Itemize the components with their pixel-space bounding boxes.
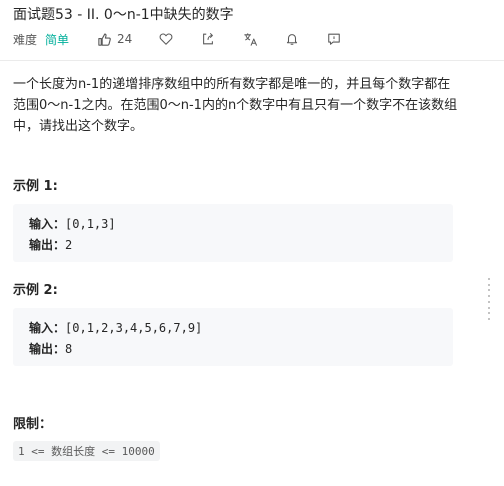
output-label: 输出：: [29, 238, 66, 252]
header-divider: [0, 60, 504, 61]
translate-button[interactable]: [242, 31, 258, 47]
grip-dot: [488, 317, 490, 320]
grip-dot: [488, 300, 490, 303]
example-2-title: 示例 2:: [13, 283, 58, 298]
bell-icon: [287, 34, 298, 45]
grip-dot: [488, 306, 490, 309]
problem-title: 面试题53 - II. 0～n-1中缺失的数字: [13, 7, 234, 23]
heart-icon: [159, 33, 173, 45]
problem-description: 一个长度为n-1的递增排序数组中的所有数字都是唯一的，并且每个数字都在范围0～n…: [13, 77, 458, 134]
thumbs-up-icon: [98, 33, 111, 46]
translate-icon: [244, 32, 257, 46]
grip-dot: [488, 283, 490, 286]
difficulty-badge: 简单: [45, 32, 70, 47]
example-1-title: 示例 1:: [13, 179, 58, 194]
feedback-button[interactable]: [326, 31, 342, 47]
example-1-output: 2: [65, 238, 73, 252]
comment-icon: [328, 33, 341, 45]
example-1-input: [0,1,3]: [65, 217, 116, 231]
problem-page: 面试题53 - II. 0～n-1中缺失的数字 难度 简单 24 一个长度为n-…: [0, 0, 504, 486]
example-1-output-line: 输出：2: [29, 235, 437, 256]
like-button[interactable]: 24: [97, 32, 132, 47]
example-2-input-line: 输入：[0,1,2,3,4,5,6,7,9]: [29, 318, 437, 339]
problem-meta-bar: 难度 简单 24: [13, 30, 342, 48]
example-1-block: 输入：[0,1,3] 输出：2: [13, 204, 453, 262]
share-button[interactable]: [200, 31, 216, 47]
constraints-title: 限制：: [13, 417, 53, 432]
grip-dot: [488, 289, 490, 292]
like-count: 24: [117, 32, 133, 46]
favorite-button[interactable]: [158, 31, 174, 47]
example-2-output: 8: [65, 342, 73, 356]
constraint-item: 1 <= 数组长度 <= 10000: [13, 441, 160, 461]
example-1-input-line: 输入：[0,1,3]: [29, 214, 437, 235]
share-icon: [203, 32, 214, 45]
grip-dot: [488, 295, 490, 298]
output-label: 输出：: [29, 342, 66, 356]
scroll-handle[interactable]: [488, 278, 490, 320]
grip-dot: [488, 278, 490, 280]
example-2-output-line: 输出：8: [29, 339, 437, 360]
difficulty-label: 难度: [13, 32, 38, 47]
example-2-input: [0,1,2,3,4,5,6,7,9]: [65, 321, 203, 335]
grip-dot: [488, 312, 490, 315]
input-label: 输入：: [29, 321, 66, 335]
input-label: 输入：: [29, 217, 66, 231]
notify-button[interactable]: [284, 31, 300, 47]
example-2-block: 输入：[0,1,2,3,4,5,6,7,9] 输出：8: [13, 308, 453, 366]
